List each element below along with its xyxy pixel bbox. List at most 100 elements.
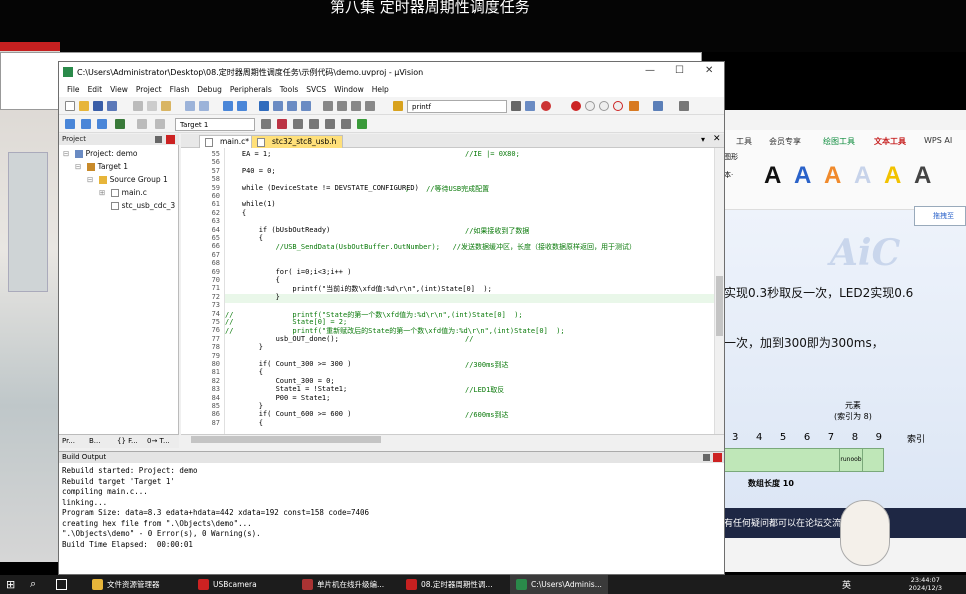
taskbar-explorer[interactable]: 文件资源管理器 — [92, 575, 160, 594]
nav-forward-icon[interactable] — [237, 101, 247, 111]
tree-group[interactable]: ⊟ Source Group 1 — [87, 175, 168, 184]
batch-build-icon[interactable] — [155, 119, 165, 129]
text-style-a-icon[interactable]: A — [884, 162, 901, 190]
breakpoint-kill-icon[interactable] — [613, 101, 623, 111]
bookmark-next-icon[interactable] — [287, 101, 297, 111]
file-extensions-icon[interactable] — [293, 119, 303, 129]
tab-close-icon[interactable]: ✕ — [713, 134, 721, 144]
menu-svcs[interactable]: SVCS — [306, 85, 326, 94]
text-style-a-icon[interactable]: A — [764, 162, 781, 190]
incremental-find-icon[interactable] — [525, 101, 535, 111]
new-file-icon[interactable] — [65, 101, 75, 111]
text-style-a-icon[interactable]: A — [794, 162, 811, 190]
bookmark-icon[interactable] — [259, 101, 269, 111]
code-editor[interactable]: 55 56 57 58 59 60 61 62 63 64 65 66 67 68 69 70 71 72 73 74… — [181, 148, 724, 434]
find-in-files-icon[interactable] — [393, 101, 403, 111]
taskbar-usbcamera[interactable]: USBcamera — [198, 575, 257, 594]
tab-books[interactable]: B... — [89, 437, 100, 445]
wps-tab-draw[interactable]: 绘图工具 — [823, 136, 855, 147]
taskbar-upgrade[interactable]: 单片机在线升级编... — [302, 575, 384, 594]
vertical-scrollbar[interactable] — [714, 148, 724, 434]
open-folder-icon[interactable] — [79, 101, 89, 111]
menu-peripherals[interactable]: Peripherals — [230, 85, 272, 94]
target-combobox[interactable]: Target 1 — [175, 118, 255, 131]
translate-icon[interactable] — [65, 119, 75, 129]
build-icon[interactable] — [81, 119, 91, 129]
wps-tab-text[interactable]: 文本工具 — [874, 136, 906, 147]
ime-indicator[interactable]: 英 — [842, 578, 851, 591]
close-pane-icon[interactable] — [166, 135, 175, 144]
paste-icon[interactable] — [161, 101, 171, 111]
tab-templates[interactable]: 0→ T... — [147, 437, 170, 445]
scroll-thumb[interactable] — [716, 276, 723, 336]
menu-help[interactable]: Help — [372, 85, 389, 94]
download-icon[interactable] — [115, 119, 125, 129]
menu-window[interactable]: Window — [334, 85, 364, 94]
rebuild-icon[interactable] — [97, 119, 107, 129]
tree-file-usb[interactable]: ⊞ stc_usb_cdc_3 — [99, 201, 175, 210]
pin-icon[interactable] — [155, 136, 162, 143]
taskbar-uvision[interactable]: C:\Users\Adminis... — [510, 575, 608, 594]
wps-tab-member[interactable]: 会员专享 — [769, 136, 801, 147]
nav-back-icon[interactable] — [223, 101, 233, 111]
breakpoint-icon[interactable] — [571, 101, 581, 111]
run-icon[interactable] — [629, 101, 639, 111]
save-all-icon[interactable] — [107, 101, 117, 111]
breakpoint-disable-icon[interactable] — [585, 101, 595, 111]
menu-flash[interactable]: Flash — [170, 85, 190, 94]
drag-button[interactable]: 拖拽至 — [914, 206, 966, 226]
text-style-a-icon[interactable]: A — [914, 162, 931, 190]
breakpoint-disable-all-icon[interactable] — [599, 101, 609, 111]
manage-components-icon[interactable] — [277, 119, 287, 129]
menu-view[interactable]: View — [110, 85, 128, 94]
configure-icon[interactable] — [679, 101, 689, 111]
text-style-a-icon[interactable]: A — [854, 162, 871, 190]
debug-start-icon[interactable] — [541, 101, 551, 111]
tab-functions[interactable]: {} F... — [117, 437, 138, 445]
find-icon[interactable] — [511, 101, 521, 111]
rte-icon[interactable] — [341, 119, 351, 129]
stop-build-icon[interactable] — [137, 119, 147, 129]
horizontal-scrollbar[interactable] — [181, 434, 724, 444]
tree-file-main[interactable]: ⊞ main.c — [99, 188, 147, 197]
tab-menu-icon[interactable]: ▾ — [701, 135, 705, 144]
comment-icon[interactable] — [351, 101, 361, 111]
wps-tab-tools[interactable]: 工具 — [736, 136, 752, 147]
save-icon[interactable] — [93, 101, 103, 111]
task-view-icon[interactable] — [56, 579, 67, 590]
close-pane-icon[interactable] — [713, 453, 722, 462]
window-layout-icon[interactable] — [653, 101, 663, 111]
search-icon[interactable]: ⌕ — [30, 577, 36, 591]
text-style-a-icon[interactable]: A — [824, 162, 841, 190]
tab-project[interactable]: Pr... — [62, 437, 75, 445]
tab-usb-h[interactable]: stc32_stc8_usb.h — [251, 135, 344, 148]
menu-file[interactable]: File — [67, 85, 80, 94]
run-time-env-icon[interactable] — [357, 119, 367, 129]
pin-icon[interactable] — [703, 454, 710, 461]
maximize-icon[interactable]: ☐ — [675, 65, 684, 76]
uncomment-icon[interactable] — [365, 101, 375, 111]
find-combobox[interactable]: printf — [407, 100, 507, 113]
windows-start-icon[interactable]: ⊞ — [6, 578, 15, 591]
menu-tools[interactable]: Tools — [280, 85, 298, 94]
manage-packs-icon[interactable] — [309, 119, 319, 129]
bookmark-clear-icon[interactable] — [301, 101, 311, 111]
outdent-icon[interactable] — [337, 101, 347, 111]
indent-icon[interactable] — [323, 101, 333, 111]
wps-tab-ai[interactable]: WPS AI — [924, 136, 952, 145]
menu-debug[interactable]: Debug — [197, 85, 222, 94]
select-pack-icon[interactable] — [325, 119, 335, 129]
cut-icon[interactable] — [133, 101, 143, 111]
bookmark-prev-icon[interactable] — [273, 101, 283, 111]
clock[interactable]: 23:44:07 2024/12/3 — [909, 576, 942, 592]
undo-icon[interactable] — [185, 101, 195, 111]
copy-icon[interactable] — [147, 101, 157, 111]
redo-icon[interactable] — [199, 101, 209, 111]
menu-project[interactable]: Project — [136, 85, 162, 94]
minimize-icon[interactable]: — — [645, 65, 655, 76]
scroll-thumb[interactable] — [191, 436, 381, 443]
tree-project[interactable]: ⊟ Project: demo — [63, 149, 138, 158]
options-for-target-icon[interactable] — [261, 119, 271, 129]
menu-edit[interactable]: Edit — [88, 85, 103, 94]
taskbar-wps[interactable]: 08.定时器周期性调... — [406, 575, 493, 594]
